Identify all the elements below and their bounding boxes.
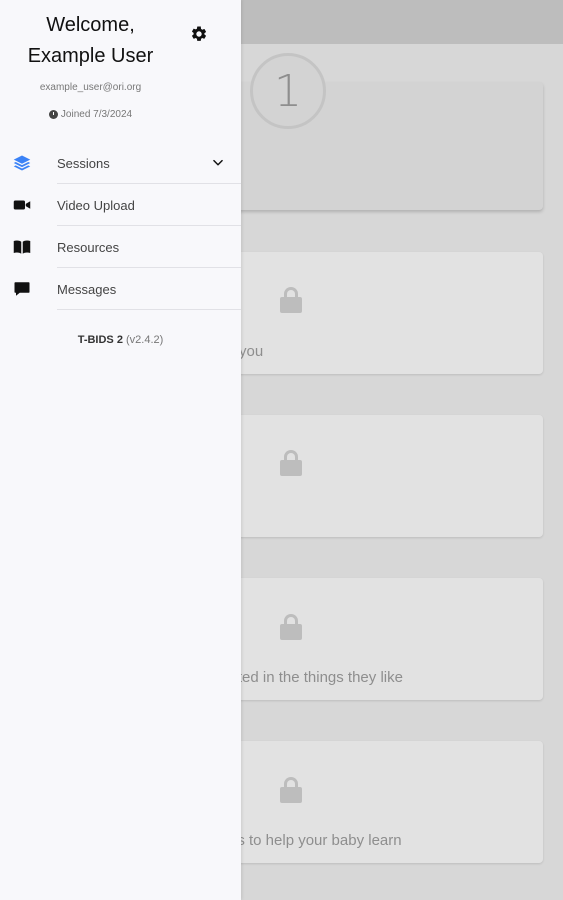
joined-text: Joined 7/3/2024 [60, 109, 133, 120]
session-card-4-title: ested in the things they like [222, 669, 403, 686]
user-email: example_user@ori.org [39, 82, 142, 93]
step-number-badge: 1 [250, 53, 326, 129]
layers-icon [12, 153, 32, 173]
nav-item-messages[interactable]: Messages [0, 268, 241, 310]
nav-item-label: Messages [57, 281, 117, 297]
nav-item-resources[interactable]: Resources [0, 226, 241, 268]
lock-icon [280, 287, 302, 313]
nav-item-sessions[interactable]: Sessions [0, 142, 241, 184]
chevron-down-icon[interactable] [211, 156, 225, 170]
divider [57, 309, 241, 310]
nav-menu: Sessions Video Upload Resources Messages [0, 142, 241, 310]
nav-item-label: Video Upload [57, 197, 135, 213]
session-card-5-title: gs to help your baby learn [229, 832, 402, 849]
lock-icon [280, 777, 302, 803]
version-number: (v2.4.2) [126, 334, 164, 346]
app-name: T-BIDS 2 [77, 334, 123, 346]
book-icon [12, 237, 32, 257]
user-name: Example User [27, 45, 154, 67]
clock-icon [48, 110, 58, 119]
nav-item-video-upload[interactable]: Video Upload [0, 184, 241, 226]
chat-bubble-icon [12, 279, 32, 299]
welcome-heading: Welcome, Example User [10, 10, 171, 72]
video-camera-icon [12, 195, 32, 215]
nav-item-label: Resources [57, 239, 120, 255]
lock-icon [280, 614, 302, 640]
app-version: T-BIDS 2 (v2.4.2) [0, 334, 241, 346]
joined-date: Joined 7/3/2024 [0, 109, 181, 120]
gear-icon [191, 26, 207, 41]
navigation-drawer: Welcome, Example User example_user@ori.o… [0, 0, 241, 900]
settings-button[interactable] [188, 23, 210, 45]
session-card-2-title: you [239, 343, 264, 360]
lock-icon [280, 450, 302, 476]
nav-item-label: Sessions [57, 155, 110, 171]
welcome-line: Welcome, [46, 14, 135, 36]
